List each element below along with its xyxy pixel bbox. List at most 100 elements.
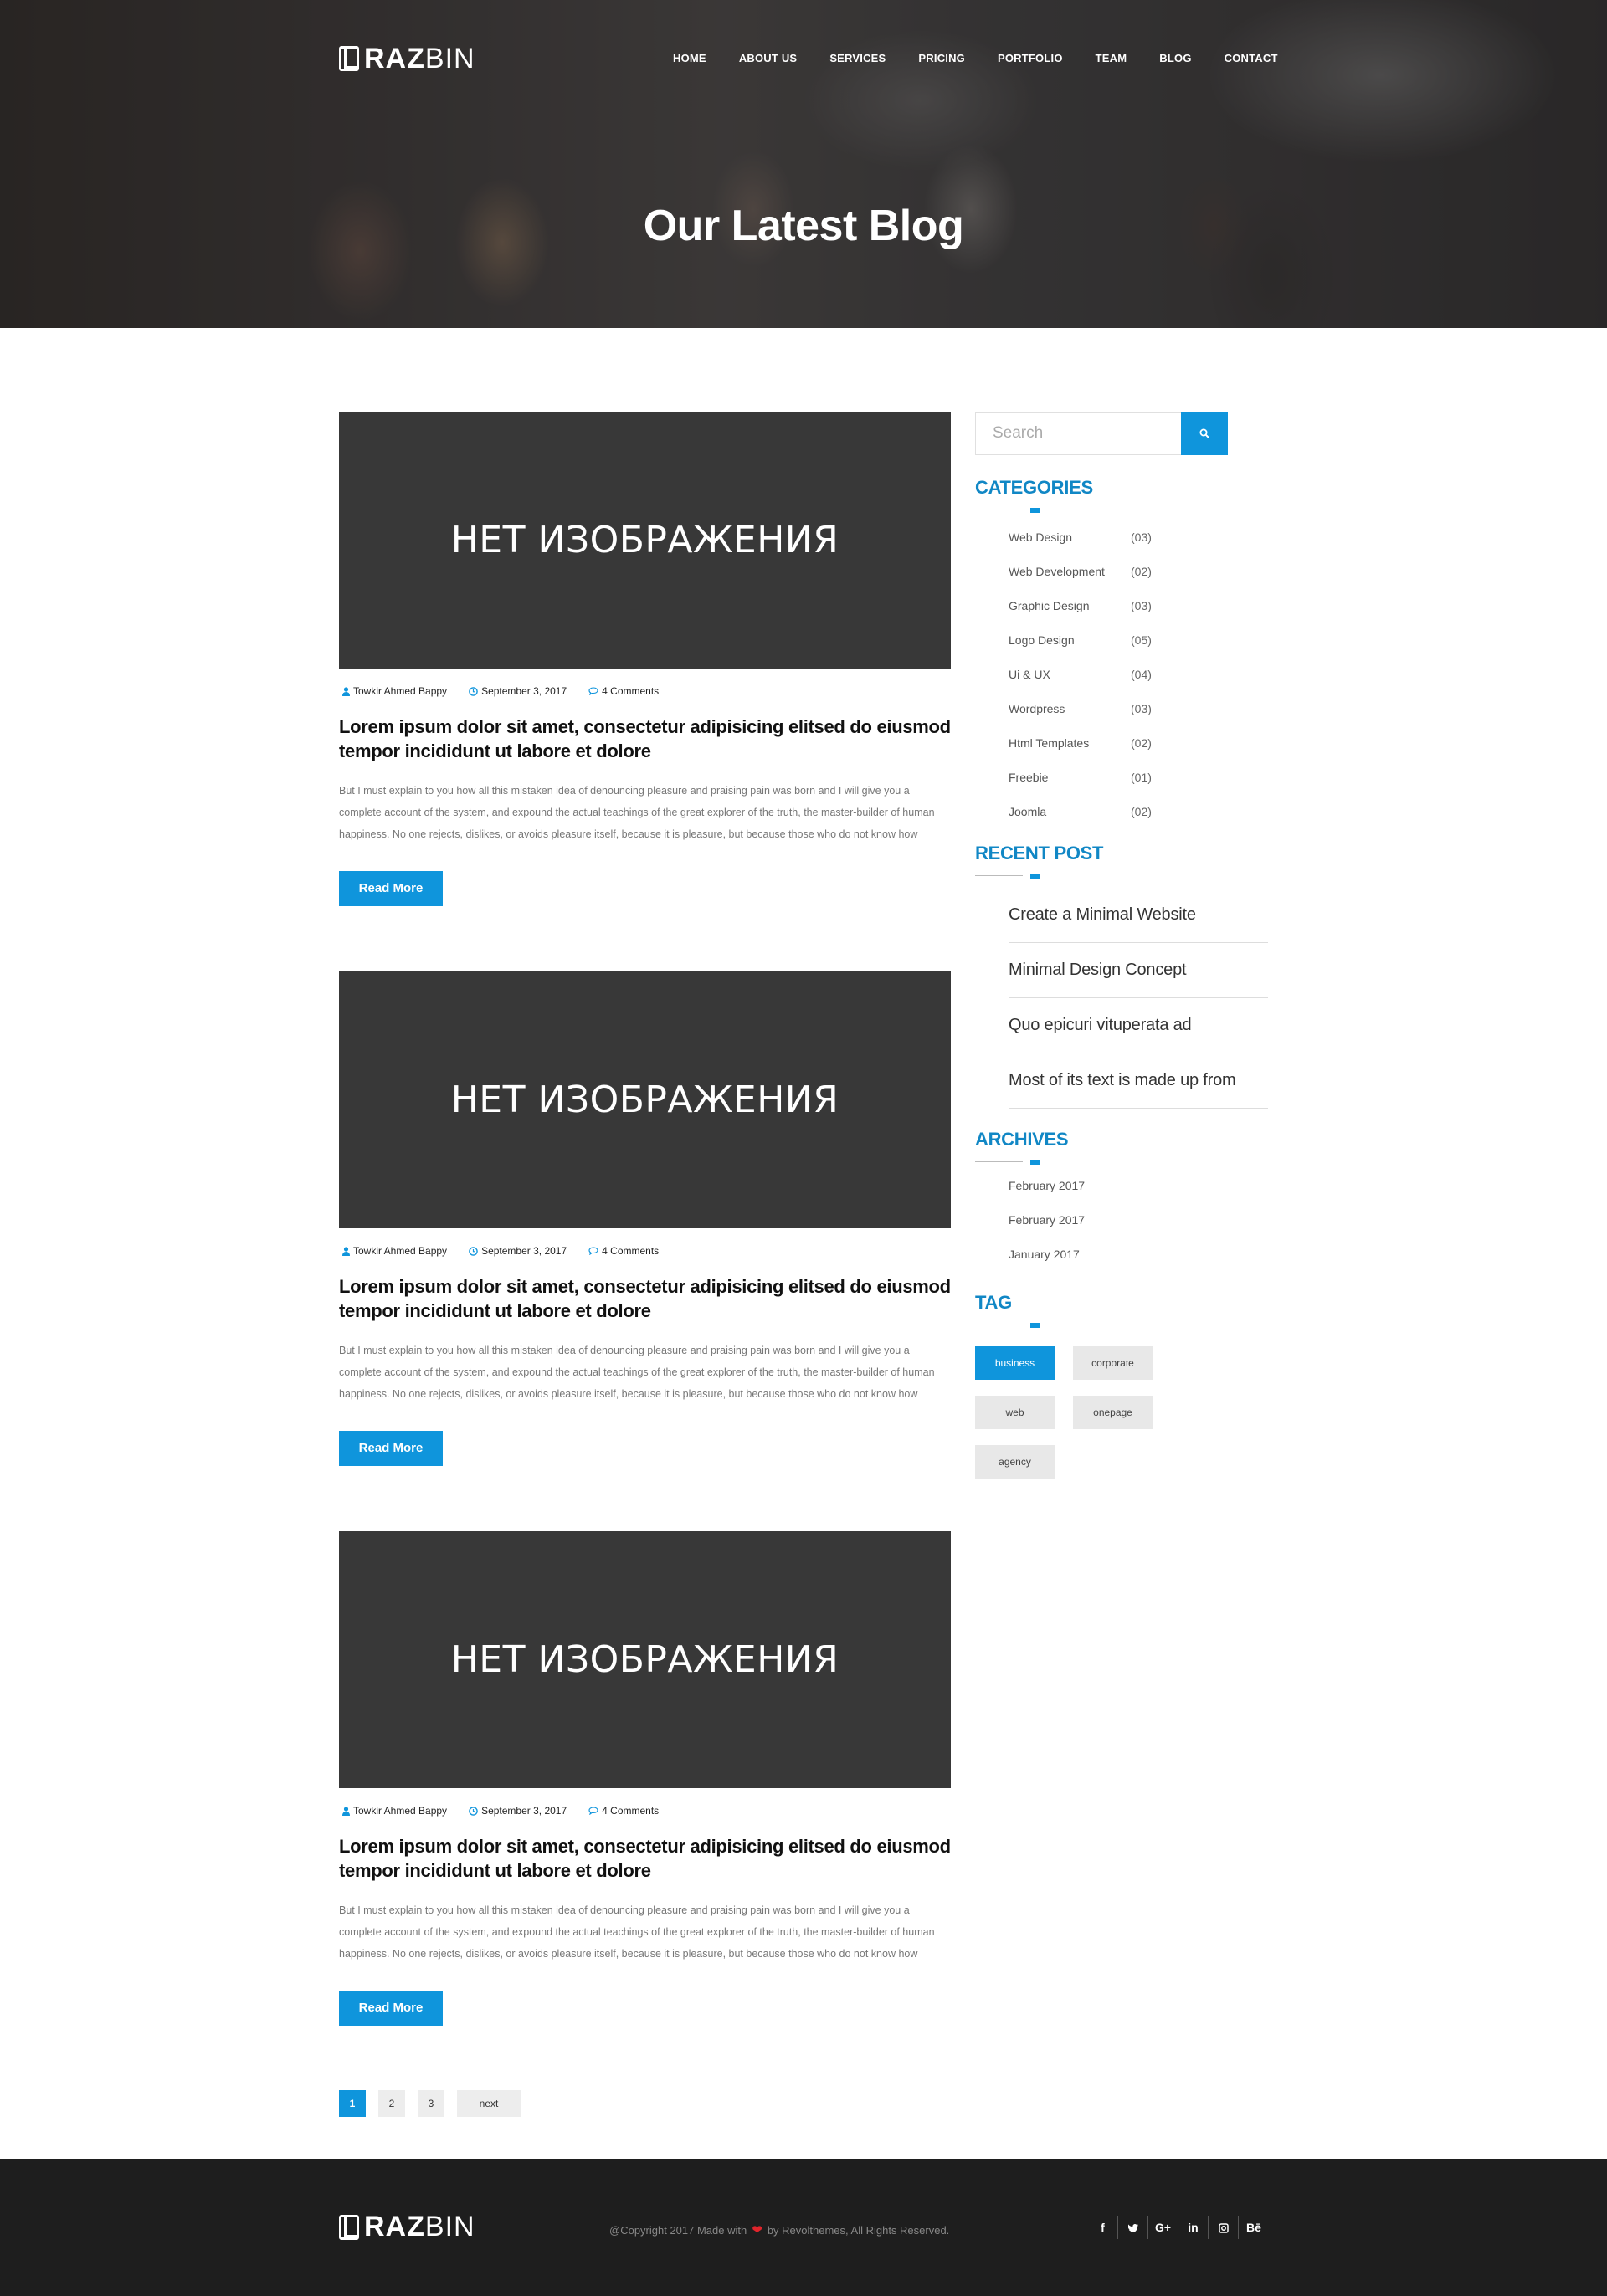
recent-post-item[interactable]: Create a Minimal Website [1009,888,1268,943]
post-title[interactable]: Lorem ipsum dolor sit amet, consectetur … [339,1834,951,1883]
heart-icon: ❤ [752,2223,762,2237]
nav-about[interactable]: ABOUT US [739,52,798,64]
user-icon [342,1806,350,1816]
search-button[interactable] [1181,412,1228,455]
site-logo[interactable]: RAZ BIN [339,42,475,74]
post-author[interactable]: Towkir Ahmed Bappy [339,1805,447,1817]
clock-icon [469,1246,478,1256]
category-count: (02) [1131,736,1152,750]
comment-icon [588,687,598,695]
search-input[interactable] [975,412,1181,455]
post-title[interactable]: Lorem ipsum dolor sit amet, consectetur … [339,1274,951,1323]
page-2-button[interactable]: 2 [378,2090,405,2117]
twitter-icon[interactable] [1118,2216,1148,2239]
recent-post-title: RECENT POST [975,843,1104,864]
twitter-bird-icon [1127,2224,1138,2233]
tag-button[interactable]: corporate [1073,1346,1153,1380]
read-more-button[interactable]: Read More [339,871,443,906]
read-more-button[interactable]: Read More [339,1991,443,2026]
nav-blog[interactable]: BLOG [1159,52,1191,64]
google-plus-icon[interactable]: G+ [1148,2216,1178,2239]
page-1-button[interactable]: 1 [339,2090,366,2117]
post-image-text: НЕТ ИЗОБРАЖЕНИЯ [450,1079,839,1121]
recent-post-item[interactable]: Most of its text is made up from [1009,1053,1268,1109]
post-comments[interactable]: 4 Comments [585,685,659,697]
post-date-text: September 3, 2017 [481,685,567,697]
footer-logo[interactable]: RAZ BIN [339,2211,475,2243]
logo-text-bold: RAZ [364,42,425,74]
post-image-placeholder[interactable]: НЕТ ИЗОБРАЖЕНИЯ [339,412,951,669]
category-item[interactable]: Graphic Design (03) [1009,599,1268,633]
facebook-icon[interactable]: f [1088,2216,1118,2239]
post-image-placeholder[interactable]: НЕТ ИЗОБРАЖЕНИЯ [339,971,951,1228]
post-title[interactable]: Lorem ipsum dolor sit amet, consectetur … [339,715,951,763]
post-author[interactable]: Towkir Ahmed Bappy [339,1245,447,1257]
post-image-text: НЕТ ИЗОБРАЖЕНИЯ [450,519,839,561]
logo-mark-icon [339,2214,359,2240]
nav-services[interactable]: SERVICES [829,52,886,64]
copyright-before: @Copyright 2017 Made with [609,2223,747,2237]
nav-team[interactable]: TEAM [1096,52,1127,64]
copyright-text: @Copyright 2017 Made with ❤ by Revolthem… [609,2222,949,2237]
post-author-name: Towkir Ahmed Bappy [353,685,448,697]
page-3-button[interactable]: 3 [418,2090,444,2117]
nav-portfolio[interactable]: PORTFOLIO [998,52,1063,64]
categories-widget: CATEGORIES Web Design (03) Web Developmen… [975,477,1268,839]
post-image-placeholder[interactable]: НЕТ ИЗОБРАЖЕНИЯ [339,1531,951,1788]
category-item[interactable]: Ui & UX (04) [1009,668,1268,702]
category-count: (03) [1131,599,1152,612]
user-icon [342,1246,350,1256]
blog-post: НЕТ ИЗОБРАЖЕНИЯ Towkir Ahmed Bappy Septe… [339,971,951,1466]
next-page-button[interactable]: next [457,2090,521,2117]
user-icon [342,686,350,696]
tag-button[interactable]: agency [975,1445,1055,1479]
archives-list: February 2017 February 2017 January 2017 [975,1179,1268,1282]
nav-contact[interactable]: CONTACT [1225,52,1278,64]
logo-text-bold: RAZ [364,2211,425,2242]
post-date: September 3, 2017 [465,1245,567,1257]
category-name: Html Templates [1009,736,1090,750]
title-divider [975,1321,1042,1330]
category-item[interactable]: Logo Design (05) [1009,633,1268,668]
category-count: (05) [1131,633,1152,647]
read-more-button[interactable]: Read More [339,1431,443,1466]
recent-post-item[interactable]: Minimal Design Concept [1009,943,1268,998]
category-item[interactable]: Joomla (02) [1009,805,1268,839]
post-author-name: Towkir Ahmed Bappy [353,1805,448,1817]
behance-icon[interactable]: Bē [1239,2216,1269,2239]
category-count: (02) [1131,565,1152,578]
title-divider [975,1158,1042,1166]
archive-item[interactable]: February 2017 [1009,1179,1268,1213]
post-meta: Towkir Ahmed Bappy September 3, 2017 4 C… [339,1245,951,1257]
title-divider [975,872,1042,880]
nav-home[interactable]: HOME [673,52,706,64]
search-icon [1199,428,1209,438]
post-author[interactable]: Towkir Ahmed Bappy [339,685,447,697]
tag-button[interactable]: business [975,1346,1055,1380]
tag-widget: TAG business corporate web onepage agenc… [975,1292,1268,1494]
sidebar: CATEGORIES Web Design (03) Web Developmen… [975,412,1268,1494]
category-item[interactable]: Html Templates (02) [1009,736,1268,771]
post-date: September 3, 2017 [465,685,567,697]
category-count: (03) [1131,530,1152,544]
nav-pricing[interactable]: PRICING [918,52,965,64]
category-item[interactable]: Wordpress (03) [1009,702,1268,736]
category-item[interactable]: Freebie (01) [1009,771,1268,805]
category-item[interactable]: Web Development (02) [1009,565,1268,599]
post-author-name: Towkir Ahmed Bappy [353,1245,448,1257]
archive-item[interactable]: January 2017 [1009,1248,1268,1282]
tag-button[interactable]: web [975,1396,1055,1429]
post-comments[interactable]: 4 Comments [585,1805,659,1817]
tag-button[interactable]: onepage [1073,1396,1153,1429]
page-title: Our Latest Blog [643,202,964,250]
linkedin-icon[interactable]: in [1178,2216,1209,2239]
tag-cloud: business corporate web onepage agency [975,1346,1268,1494]
archive-item[interactable]: February 2017 [1009,1213,1268,1248]
recent-post-item[interactable]: Quo epicuri vituperata ad [1009,998,1268,1053]
category-name: Freebie [1009,771,1049,784]
category-item[interactable]: Web Design (03) [1009,530,1268,565]
post-comments[interactable]: 4 Comments [585,1245,659,1257]
tag-title: TAG [975,1292,1012,1313]
instagram-icon[interactable] [1209,2216,1239,2239]
post-comments-text: 4 Comments [602,1805,660,1817]
